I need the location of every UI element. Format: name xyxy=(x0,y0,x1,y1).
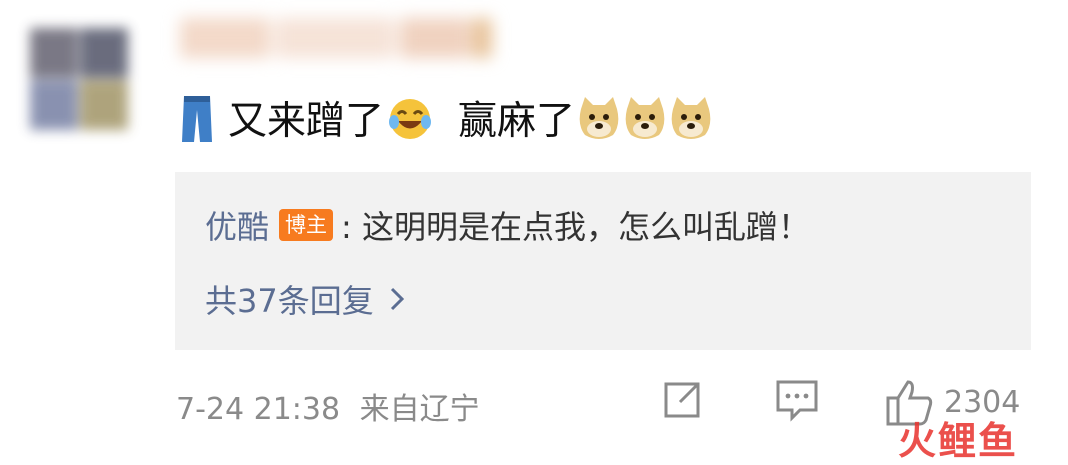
comment-button[interactable] xyxy=(774,378,820,422)
jeans-emoji xyxy=(182,96,212,142)
doge-emoji xyxy=(625,97,665,139)
reply-count-label: 共37条回复 xyxy=(205,282,374,320)
comment-text-2: 赢麻了 xyxy=(458,99,576,144)
reply-preview[interactable]: 优酷 博主 : 这明明是在点我，怎么叫乱蹭！ 共37条回复 xyxy=(175,172,1031,350)
doge-emoji xyxy=(579,97,619,139)
avatar-tile xyxy=(80,80,128,130)
avatar-tile xyxy=(30,80,78,130)
comment-body: 又来蹭了 赢麻了 xyxy=(180,88,713,148)
reply-text: : 这明明是在点我，怎么叫乱蹭！ xyxy=(341,208,810,246)
share-icon xyxy=(664,382,700,418)
blogger-badge: 博主 xyxy=(279,209,334,241)
view-replies-link[interactable]: 共37条回复 xyxy=(205,276,404,322)
username-redacted[interactable] xyxy=(180,8,540,70)
laughing-tears-emoji xyxy=(389,99,432,139)
comment-meta: 7-24 21:38 来自辽宁 xyxy=(176,384,480,428)
comment-icon xyxy=(776,380,818,422)
share-button[interactable] xyxy=(660,378,704,422)
comment-text-1: 又来蹭了 xyxy=(228,99,385,144)
source-location: 来自辽宁 xyxy=(359,392,480,427)
reply-item[interactable]: 优酷 博主 : 这明明是在点我，怎么叫乱蹭！ xyxy=(205,202,810,248)
avatar-tile xyxy=(80,28,128,78)
avatar[interactable] xyxy=(10,10,140,160)
watermark-logo: 火鲤鱼 xyxy=(898,418,1019,463)
chevron-right-icon xyxy=(390,287,404,311)
doge-emoji xyxy=(671,97,711,139)
timestamp: 7-24 21:38 xyxy=(176,392,341,427)
reply-author[interactable]: 优酷 xyxy=(205,202,269,248)
avatar-tile xyxy=(30,28,78,78)
